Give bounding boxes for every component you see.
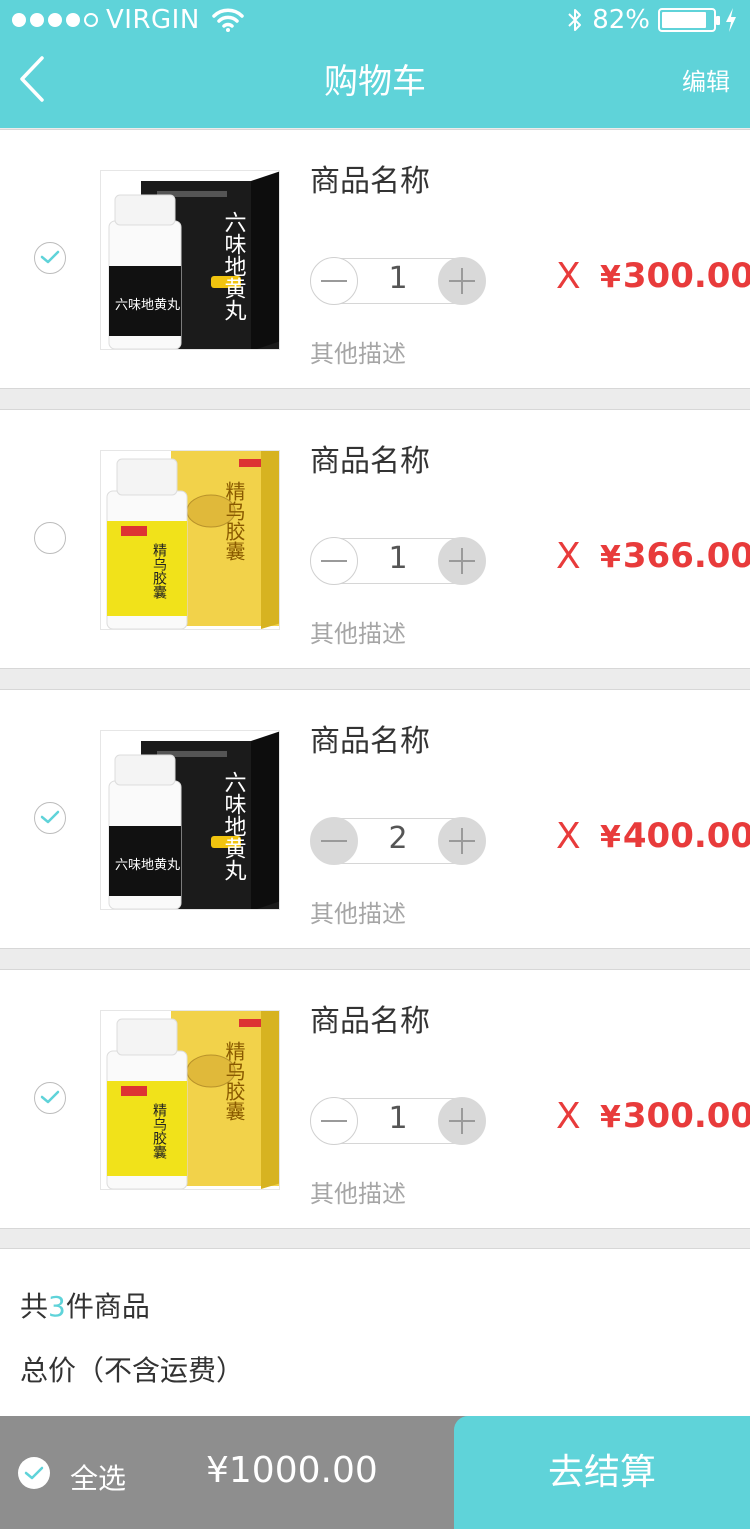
product-description: 其他描述: [310, 340, 406, 368]
item-checkbox[interactable]: [34, 1082, 66, 1114]
edit-button[interactable]: 编辑: [682, 62, 730, 97]
quantity-stepper: 2: [310, 817, 486, 867]
product-description: 其他描述: [310, 620, 406, 648]
check-icon: [40, 1090, 60, 1104]
battery-percent: 82%: [592, 5, 650, 35]
item-price: ¥400.00: [600, 816, 750, 856]
increase-quantity-button[interactable]: [438, 817, 486, 865]
svg-text:六味地黄丸: 六味地黄丸: [115, 298, 180, 313]
svg-text:精乌胶囊: 精乌胶囊: [151, 543, 167, 599]
svg-text:精乌胶囊: 精乌胶囊: [222, 1041, 246, 1121]
increase-quantity-button[interactable]: [438, 257, 486, 305]
checkout-bar: 全选 ¥1000.00 去结算: [0, 1416, 750, 1529]
cart-summary: 共3件商品 总价（不含运费）: [0, 1248, 750, 1416]
product-image[interactable]: 六味地黄丸 六味地黄丸: [100, 730, 280, 910]
increase-quantity-button[interactable]: [438, 537, 486, 585]
checkout-button[interactable]: 去结算: [454, 1416, 750, 1529]
select-all-label[interactable]: 全选: [70, 1457, 126, 1497]
delete-item-icon[interactable]: X: [556, 536, 581, 577]
quantity-stepper: 1: [310, 1097, 486, 1147]
item-checkbox[interactable]: [34, 802, 66, 834]
cart-item: 六味地黄丸 六味地黄丸 商品名称 1 其他描述 X ¥300.00: [0, 129, 750, 389]
decrease-quantity-button[interactable]: [310, 1097, 358, 1145]
bluetooth-icon: [568, 9, 582, 31]
item-price: ¥300.00: [600, 256, 750, 296]
nav-bar: 购物车 编辑: [0, 42, 750, 128]
item-checkbox[interactable]: [34, 522, 66, 554]
total-price: ¥1000.00: [206, 1450, 378, 1491]
quantity-stepper: 1: [310, 257, 486, 307]
product-name[interactable]: 商品名称: [310, 996, 430, 1040]
charging-icon: [726, 8, 736, 32]
signal-strength-icon: [12, 13, 98, 27]
product-description: 其他描述: [310, 900, 406, 928]
quantity-value[interactable]: 1: [370, 261, 426, 296]
svg-text:六味地黄丸: 六味地黄丸: [221, 211, 247, 321]
decrease-quantity-button[interactable]: [310, 817, 358, 865]
delete-item-icon[interactable]: X: [556, 256, 581, 297]
cart-item: 六味地黄丸 六味地黄丸 商品名称 2 其他描述 X ¥400.00: [0, 689, 750, 949]
svg-text:精乌胶囊: 精乌胶囊: [222, 481, 246, 561]
battery-icon: [658, 8, 720, 32]
product-name[interactable]: 商品名称: [310, 716, 430, 760]
decrease-quantity-button[interactable]: [310, 537, 358, 585]
item-price: ¥366.00: [600, 536, 750, 576]
cart-item: 精乌胶囊 精乌胶囊 商品名称 1 其他描述 X ¥366.00: [0, 409, 750, 669]
svg-text:六味地黄丸: 六味地黄丸: [221, 771, 247, 881]
check-icon: [24, 1466, 44, 1480]
product-name[interactable]: 商品名称: [310, 436, 430, 480]
decrease-quantity-button[interactable]: [310, 257, 358, 305]
quantity-value[interactable]: 1: [370, 1101, 426, 1136]
product-image[interactable]: 六味地黄丸 六味地黄丸: [100, 170, 280, 350]
item-count: 共3件商品: [20, 1290, 150, 1323]
status-bar: VIRGIN 82%: [0, 0, 750, 40]
check-icon: [40, 250, 60, 264]
total-label: 总价（不含运费）: [20, 1354, 245, 1387]
cart-item: 精乌胶囊 精乌胶囊 商品名称 1 其他描述 X ¥300.00: [0, 969, 750, 1229]
check-icon: [40, 810, 60, 824]
wifi-icon: [212, 8, 244, 32]
quantity-value[interactable]: 1: [370, 541, 426, 576]
carrier-name: VIRGIN: [106, 5, 200, 35]
product-image[interactable]: 精乌胶囊 精乌胶囊: [100, 1010, 280, 1190]
product-image[interactable]: 精乌胶囊 精乌胶囊: [100, 450, 280, 630]
delete-item-icon[interactable]: X: [556, 1096, 581, 1137]
item-price: ¥300.00: [600, 1096, 750, 1136]
quantity-stepper: 1: [310, 537, 486, 587]
select-all-checkbox[interactable]: [18, 1457, 50, 1489]
delete-item-icon[interactable]: X: [556, 816, 581, 857]
header: VIRGIN 82% 购物车 编辑: [0, 0, 750, 128]
item-count-number: 3: [48, 1290, 66, 1323]
page-title: 购物车: [324, 62, 426, 102]
increase-quantity-button[interactable]: [438, 1097, 486, 1145]
product-description: 其他描述: [310, 1180, 406, 1208]
item-checkbox[interactable]: [34, 242, 66, 274]
svg-text:精乌胶囊: 精乌胶囊: [151, 1103, 167, 1159]
quantity-value[interactable]: 2: [370, 821, 426, 856]
product-name[interactable]: 商品名称: [310, 156, 430, 200]
svg-text:六味地黄丸: 六味地黄丸: [115, 858, 180, 873]
